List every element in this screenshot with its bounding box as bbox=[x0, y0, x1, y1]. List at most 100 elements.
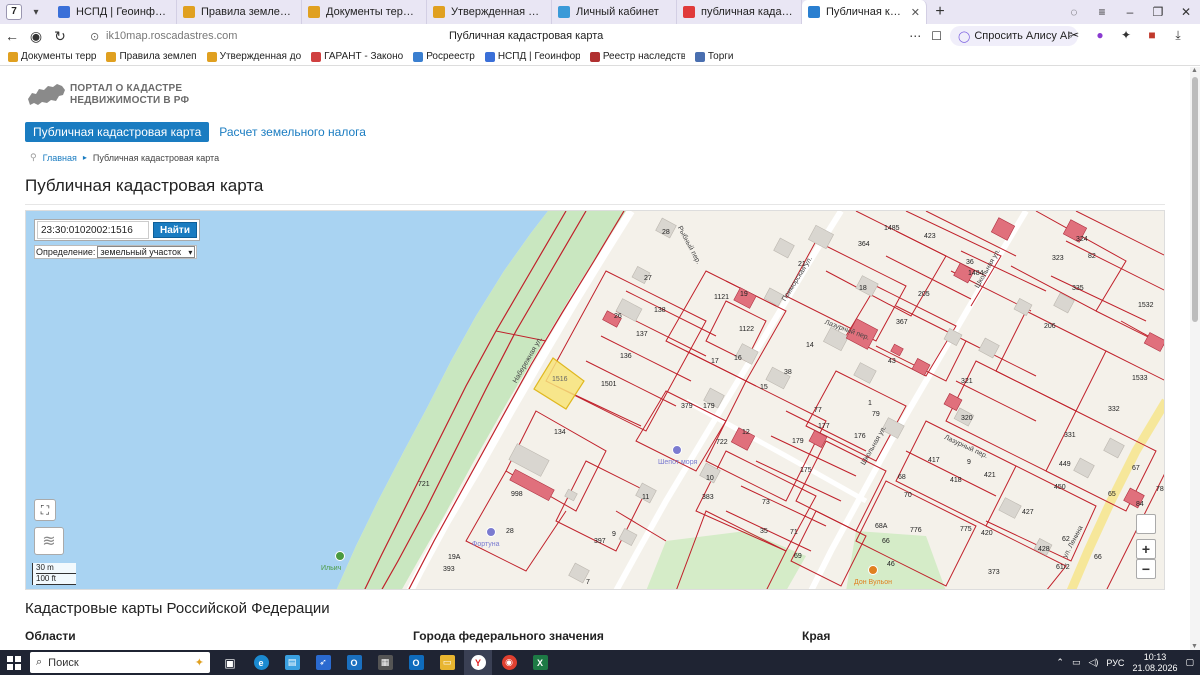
poi-label[interactable]: Ильич bbox=[321, 565, 341, 572]
store-icon[interactable]: ▤ bbox=[278, 650, 306, 675]
map-blank-button[interactable] bbox=[1136, 514, 1156, 534]
poi-label[interactable]: Шепот моря bbox=[658, 459, 697, 466]
notifications-icon[interactable]: ▢ bbox=[1185, 657, 1194, 668]
task-view-icon[interactable]: ▣ bbox=[216, 650, 244, 675]
breadcrumb-current: Публичная кадастровая карта bbox=[92, 152, 220, 163]
krais-heading: Края bbox=[802, 629, 831, 643]
volume-icon[interactable]: ◁) bbox=[1088, 657, 1098, 668]
bookmark-item[interactable]: Торги bbox=[694, 51, 734, 62]
back-button[interactable]: ← bbox=[0, 28, 24, 44]
menu-icon[interactable]: ≡ bbox=[1088, 5, 1116, 19]
close-window-button[interactable]: ✕ bbox=[1172, 5, 1200, 19]
poi-marker-icon[interactable] bbox=[868, 565, 878, 575]
cadastral-map[interactable]: 28 27 26 138 137 136 1501 134 1121 19 1122 21 18 364 1… bbox=[25, 210, 1165, 590]
puzzle-icon[interactable]: ✦ bbox=[1118, 27, 1134, 43]
scroll-thumb[interactable] bbox=[1192, 77, 1198, 322]
tab-label: Документы территориал bbox=[326, 6, 420, 18]
chrome-icon[interactable]: ◉ bbox=[495, 650, 523, 675]
street-road bbox=[684, 398, 868, 504]
browser-tab[interactable]: Правила землепользов bbox=[177, 0, 302, 24]
poi-marker-icon[interactable] bbox=[335, 551, 345, 561]
maximize-button[interactable]: ❐ bbox=[1144, 5, 1172, 19]
browser-tab[interactable]: Публичная кадастровая ✕ bbox=[802, 0, 927, 24]
bookmark-favicon-icon bbox=[311, 51, 322, 62]
lock-icon[interactable]: ⊙ bbox=[90, 30, 99, 43]
download-icon[interactable]: ⤓ bbox=[1170, 27, 1186, 43]
breadcrumb-home[interactable]: Главная bbox=[43, 153, 77, 163]
bookmark-icon[interactable]: ☐ bbox=[931, 29, 942, 43]
nav-cadastral-map[interactable]: Публичная кадастровая карта bbox=[25, 122, 210, 142]
excel-icon[interactable]: X bbox=[526, 650, 554, 675]
parcel-number-label: 177 bbox=[818, 423, 830, 430]
chevron-down-icon[interactable]: ▾ bbox=[26, 7, 46, 18]
scroll-up-icon[interactable]: ▲ bbox=[1191, 67, 1198, 74]
bookmark-item[interactable]: ГАРАНТ - Законо bbox=[311, 51, 403, 62]
definition-row: Определение: земельный участок ▾ bbox=[34, 245, 198, 259]
reload-button[interactable]: ↻ bbox=[48, 28, 72, 45]
collections-icon[interactable]: ■ bbox=[1144, 27, 1160, 43]
language-indicator[interactable]: РУС bbox=[1106, 658, 1124, 668]
parcel-number-label: 77 bbox=[814, 407, 822, 414]
zoom-out-button[interactable]: − bbox=[1136, 559, 1156, 579]
more-icon[interactable]: ⋯ bbox=[909, 29, 921, 43]
map-canvas[interactable] bbox=[26, 211, 1165, 590]
browser-tab[interactable]: публичная кадастровая к bbox=[677, 0, 802, 24]
edge-icon[interactable]: e bbox=[247, 650, 275, 675]
alice-icon: ◯ bbox=[958, 30, 971, 43]
site-logo[interactable]: ПОРТАЛ О КАДАСТРЕ НЕДВИЖИМОСТИ В РФ bbox=[26, 81, 189, 109]
bookmark-item[interactable]: Реестр наследств bbox=[589, 51, 685, 62]
close-tab-icon[interactable]: ✕ bbox=[911, 6, 920, 19]
browser-tab[interactable]: Личный кабинет bbox=[552, 0, 677, 24]
poi-label[interactable]: Дон Вульон bbox=[854, 579, 892, 586]
ask-alice-button[interactable]: ◯ Спросить Алису AI bbox=[950, 26, 1079, 46]
zoom-in-button[interactable]: + bbox=[1136, 539, 1156, 559]
bookmark-item[interactable]: Росреестр bbox=[413, 51, 475, 62]
network-icon[interactable]: ▭ bbox=[1072, 657, 1081, 668]
extension-icon[interactable]: ● bbox=[1092, 27, 1108, 43]
parcel-number-label: 14 bbox=[806, 342, 814, 349]
poi-marker-icon[interactable] bbox=[486, 527, 496, 537]
poi-marker-icon[interactable] bbox=[672, 445, 682, 455]
taskbar-apps: ▣ e ▤ ➶ O ▦ O ▭ Y ◉ X bbox=[216, 650, 554, 675]
parcel-number-label: 323 bbox=[1052, 255, 1064, 262]
parcel-number-label: 138 bbox=[654, 307, 666, 314]
url-field[interactable]: ⊙ ik10map.roscadastres.com Публичная кад… bbox=[84, 25, 944, 47]
parcel-number-label: 423 bbox=[924, 233, 936, 240]
yandex-browser-icon[interactable]: Y bbox=[464, 650, 492, 675]
profile-icon[interactable]: ◌ bbox=[1060, 5, 1088, 19]
bookmark-favicon-icon bbox=[8, 51, 18, 62]
taskbar-search[interactable]: ⌕ Поиск ✦ bbox=[30, 652, 210, 673]
browser-tab[interactable]: НСПД | Геоинформацио bbox=[52, 0, 177, 24]
poi-label[interactable]: Фортуна bbox=[472, 541, 500, 548]
parcel-number-label: 364 bbox=[858, 241, 870, 248]
yandex-protect-icon[interactable]: ◉ bbox=[24, 28, 48, 45]
tray-arrow-icon[interactable]: ⌃ bbox=[1056, 657, 1064, 668]
layers-button[interactable]: ≋ bbox=[34, 527, 64, 555]
page-scrollbar[interactable]: ▲ ▼ bbox=[1190, 67, 1200, 650]
definition-select[interactable]: земельный участок ▾ bbox=[97, 246, 196, 258]
new-tab-button[interactable]: + bbox=[929, 3, 951, 21]
app-icon[interactable]: ➶ bbox=[309, 650, 337, 675]
tab-counter[interactable]: 7 bbox=[6, 4, 22, 20]
bookmark-item[interactable]: Правила землеп bbox=[106, 51, 197, 62]
outlook-icon[interactable]: O bbox=[340, 650, 368, 675]
bookmark-item[interactable]: Документы терр bbox=[8, 51, 96, 62]
find-button[interactable]: Найти bbox=[153, 222, 197, 238]
nav-land-tax[interactable]: Расчет земельного налога bbox=[219, 125, 366, 139]
calculator-icon[interactable]: ▦ bbox=[371, 650, 399, 675]
url-domain: ik10map.roscadastres.com bbox=[106, 30, 238, 42]
start-button[interactable] bbox=[0, 650, 28, 675]
minimize-button[interactable]: – bbox=[1116, 5, 1144, 19]
explorer-icon[interactable]: ▭ bbox=[433, 650, 461, 675]
parcel-number-label: 1485 bbox=[884, 225, 900, 232]
bookmark-item[interactable]: Утвержденная до bbox=[206, 51, 301, 62]
scroll-down-icon[interactable]: ▼ bbox=[1191, 643, 1198, 650]
browser-tab[interactable]: Утвержденная документ bbox=[427, 0, 552, 24]
cadastral-number-input[interactable] bbox=[37, 221, 149, 239]
browser-tab[interactable]: Документы территориал bbox=[302, 0, 427, 24]
mail-icon[interactable]: O bbox=[402, 650, 430, 675]
bookmark-item[interactable]: НСПД | Геоинфор bbox=[484, 51, 580, 62]
tools-icon[interactable]: ✂ bbox=[1066, 27, 1082, 43]
fullscreen-button[interactable]: ⛶ bbox=[34, 499, 56, 521]
clock[interactable]: 10:13 21.08.2026 bbox=[1132, 652, 1177, 674]
